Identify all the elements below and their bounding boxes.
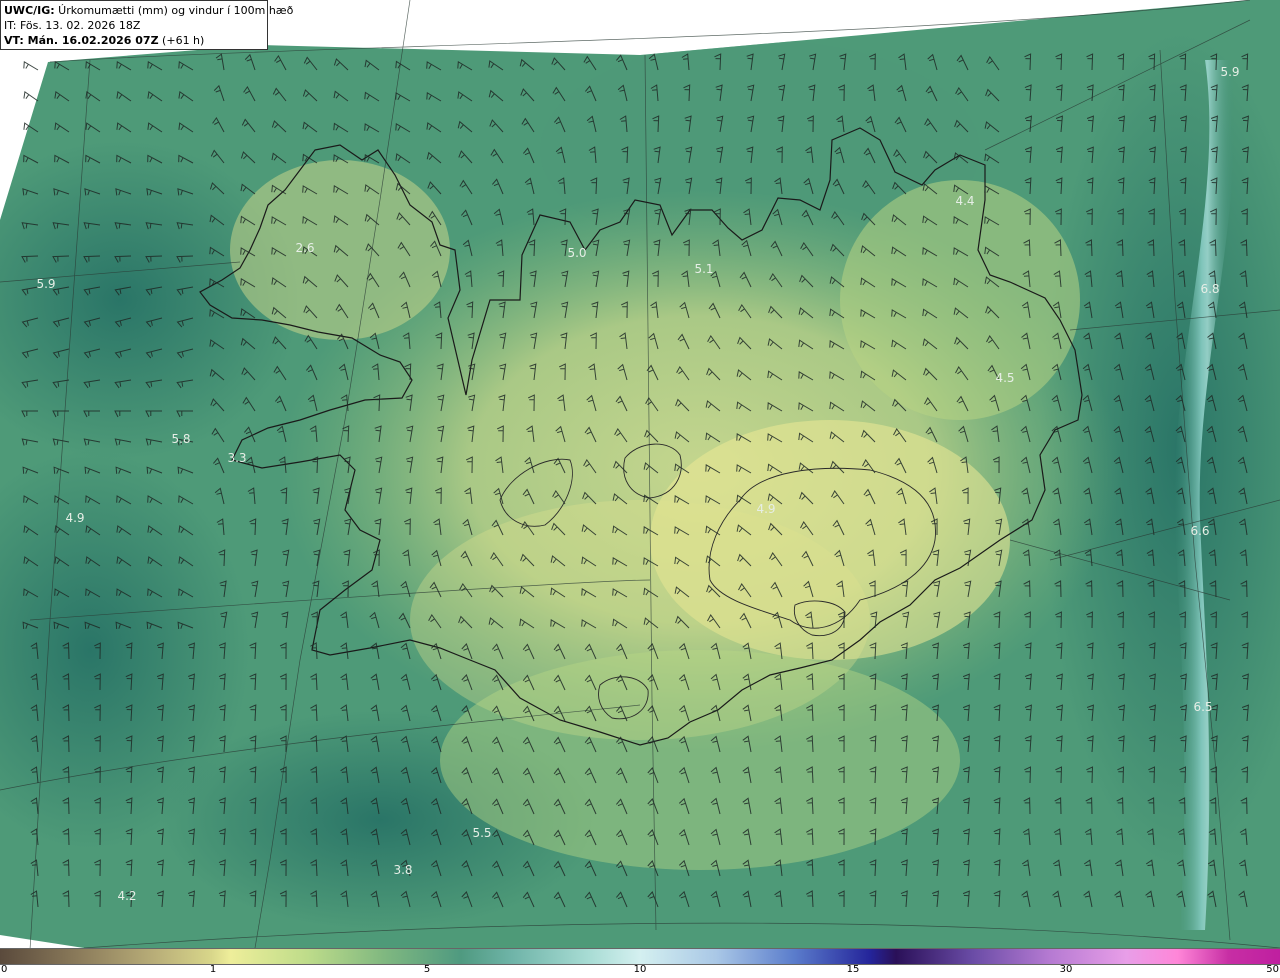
map-value-label: 4.9 — [756, 502, 775, 516]
map-value-label: 6.8 — [1200, 282, 1219, 296]
header-line-init-time: IT: Fös. 13. 02. 2026 18Z — [4, 19, 141, 32]
map-value-label: 4.2 — [117, 889, 136, 903]
map-value-label: 5.5 — [472, 826, 491, 840]
product-description: Úrkomumætti (mm) og vindur í 100m hæð — [54, 4, 294, 17]
wind-barb — [23, 60, 39, 71]
map-value-label: 4.5 — [995, 371, 1014, 385]
map-value-label: 5.9 — [1220, 65, 1239, 79]
map-value-label: 5.0 — [567, 246, 586, 260]
map-value-label: 2.6 — [295, 241, 314, 255]
field-layer — [0, 0, 1280, 948]
colorbar-tick: 1 — [209, 964, 217, 975]
colorbar-legend: 0 1 5 10 15 30 50 — [0, 948, 1280, 978]
colorbar-tick: 15 — [846, 964, 860, 975]
map-value-label: 6.6 — [1190, 524, 1209, 538]
forecast-map: 5.9 4.4 5.0 5.1 2.6 5.9 6.8 4.5 5.8 3.3 … — [0, 0, 1280, 948]
wind-barb — [23, 91, 39, 102]
map-value-label: 5.9 — [36, 277, 55, 291]
map-canvas: 5.9 4.4 5.0 5.1 2.6 5.9 6.8 4.5 5.8 3.3 … — [0, 0, 1280, 948]
colorbar-tick: 5 — [423, 964, 431, 975]
lead-time: (+61 h) — [158, 34, 205, 47]
map-header: UWC/IG: Úrkomumætti (mm) og vindur í 100… — [0, 0, 293, 50]
map-value-label: 4.9 — [65, 511, 84, 525]
map-value-label: 6.5 — [1193, 700, 1212, 714]
map-value-label: 5.1 — [694, 262, 713, 276]
header-line-valid-time: VT: Mán. 16.02.2026 07Z (+61 h) — [4, 33, 264, 48]
header-line-product: UWC/IG: Úrkomumætti (mm) og vindur í 100… — [4, 3, 293, 18]
colorbar-tick: 30 — [1059, 964, 1073, 975]
map-value-label: 5.8 — [171, 432, 190, 446]
map-value-label: 3.3 — [227, 451, 246, 465]
colorbar-tick: 50 — [1266, 964, 1279, 975]
product-code: UWC/IG: — [4, 4, 55, 17]
colorbar-gradient — [0, 948, 1280, 965]
map-value-label: 3.8 — [393, 863, 412, 877]
map-value-label: 4.4 — [955, 194, 974, 208]
colorbar-tick: 10 — [633, 964, 647, 975]
valid-time: VT: Mán. 16.02.2026 07Z — [4, 34, 159, 47]
colorbar-tick: 0 — [1, 964, 8, 975]
